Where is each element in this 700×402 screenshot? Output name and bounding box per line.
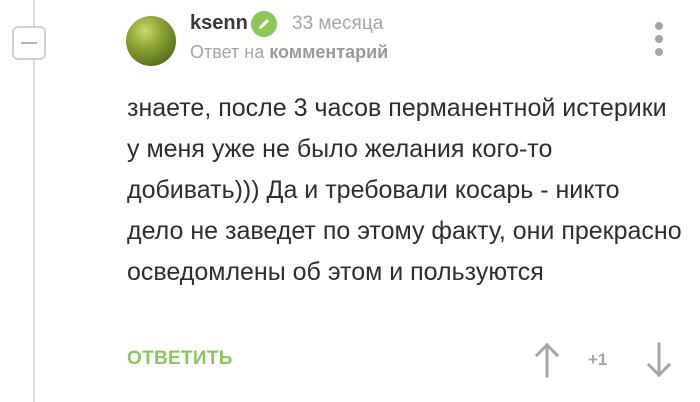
reply-parent-link[interactable]: комментарий (269, 42, 388, 62)
avatar[interactable] (126, 16, 176, 66)
reply-button[interactable]: ОТВЕТИТЬ (127, 348, 233, 370)
more-vertical-icon[interactable] (652, 22, 666, 56)
rating-value: +1 (588, 350, 608, 369)
comment-text: знаете, после 3 часов перманентной истер… (127, 94, 682, 286)
menu-dot (655, 22, 663, 30)
arrow-down-icon[interactable] (645, 342, 673, 378)
pencil-icon (251, 11, 277, 37)
menu-dot (655, 48, 663, 56)
collapse-thread-button[interactable] (12, 26, 46, 60)
username[interactable]: ksenn (190, 12, 248, 35)
minus-icon (21, 42, 37, 44)
thread-line (33, 0, 35, 402)
comment-time[interactable]: 33 месяца (292, 13, 383, 35)
reply-reference: Ответ на комментарий (190, 42, 388, 63)
reply-prefix: Ответ на (190, 42, 265, 62)
arrow-up-icon[interactable] (533, 342, 561, 378)
menu-dot (655, 35, 663, 43)
